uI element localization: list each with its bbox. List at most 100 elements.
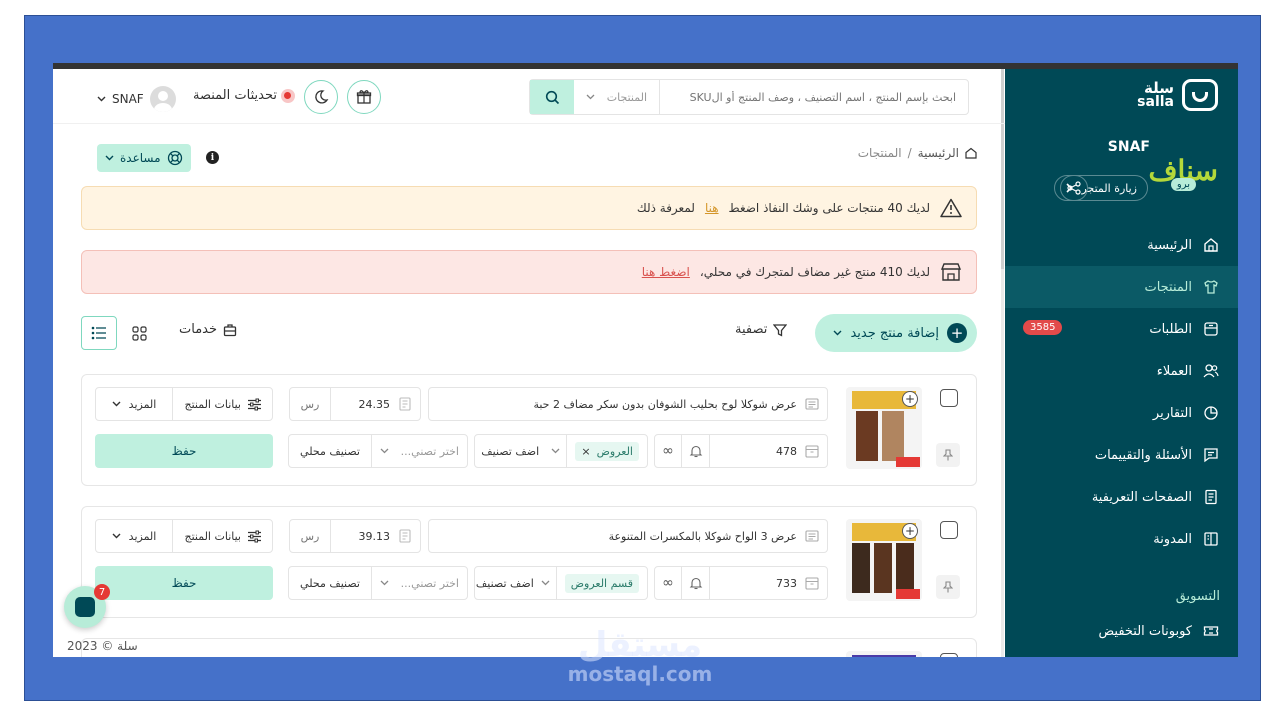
breadcrumb-separator: / (907, 146, 912, 160)
category-chip-label: قسم العروض (570, 576, 633, 590)
more-dropdown[interactable]: المزيد (96, 530, 172, 543)
sidebar-item-customers[interactable]: العملاء (1005, 350, 1238, 392)
help-button[interactable]: مساعدة (97, 144, 191, 172)
product-checkbox[interactable] (940, 389, 958, 407)
brand-en: salla (1137, 94, 1174, 110)
sidebar-section-marketing: التسويق (1175, 589, 1220, 604)
pin-button[interactable] (936, 443, 960, 467)
sidebar-item-reports[interactable]: التقارير (1005, 392, 1238, 434)
more-dropdown[interactable]: المزيد (96, 398, 172, 411)
local-store-link[interactable]: اضغط هنا (642, 265, 690, 279)
stock-alert-button[interactable] (681, 567, 709, 599)
sidebar-item-coupons[interactable]: كوبونات التخفيض (1005, 610, 1238, 652)
ticket-icon (1202, 622, 1220, 640)
save-button[interactable]: حفظ (95, 434, 273, 468)
moon-icon (313, 89, 329, 105)
low-stock-text: لديك 40 منتجات على وشك النفاذ اضغط (728, 201, 930, 215)
price-field[interactable]: 39.13 رس (289, 519, 421, 553)
search-button[interactable] (530, 80, 574, 114)
local-category-placeholder: اختر تصني... (400, 444, 459, 458)
sidebar-item-pages[interactable]: الصفحات التعريفية (1005, 476, 1238, 518)
user-menu[interactable]: SNAF (97, 86, 176, 112)
main-content: الرئيسية / المنتجات i مساعدة لديك 40 منت… (81, 124, 977, 657)
category-chip: العروض × (575, 441, 639, 461)
chat-button[interactable]: 7 (64, 584, 110, 628)
users-icon (1202, 362, 1220, 380)
gift-button[interactable] (347, 80, 381, 114)
shirt-icon (1202, 278, 1220, 296)
product-checkbox[interactable] (940, 521, 958, 539)
info-icon[interactable]: i (206, 151, 219, 164)
services-button[interactable]: خدمات (179, 322, 237, 337)
share-button[interactable] (1060, 175, 1088, 201)
product-data-button[interactable]: بيانات المنتج (172, 388, 272, 420)
infinity-icon[interactable]: ∞ (655, 443, 681, 459)
user-name: SNAF (112, 92, 144, 106)
dark-mode-button[interactable] (304, 80, 338, 114)
sidebar-item-orders[interactable]: الطلبات 3585 (1005, 308, 1238, 350)
home-icon (1202, 236, 1220, 254)
filter-label: تصفية (735, 322, 768, 337)
sliders-icon (247, 398, 262, 411)
grid-view-button[interactable] (121, 316, 157, 350)
search-scope-select[interactable]: المنتجات (574, 80, 660, 114)
sidebar-item-blog[interactable]: المدونة (1005, 518, 1238, 560)
price-value: 24.35 (358, 397, 391, 411)
add-category-label: اضف تصنيف (481, 444, 540, 458)
products-toolbar: + إضافة منتج جديد تصفية خدمات (81, 314, 977, 354)
chevron-down-icon (545, 448, 566, 454)
sidebar-item-label: المدونة (1153, 531, 1192, 547)
local-category-label: تصنيف محلي (300, 576, 360, 590)
gift-icon (356, 89, 372, 105)
sidebar: سلة salla SNAF سناف برو زيارة المتجر الر… (1005, 69, 1238, 657)
infinity-icon[interactable]: ∞ (655, 575, 681, 591)
plan-badge: برو (1170, 178, 1196, 191)
filter-button[interactable]: تصفية (735, 322, 788, 337)
search-input[interactable] (660, 80, 968, 114)
sidebar-item-label: الصفحات التعريفية (1091, 489, 1192, 505)
currency-label: رس (300, 529, 320, 543)
add-image-icon[interactable]: + (902, 523, 918, 539)
bell-icon (689, 444, 703, 458)
add-product-button[interactable]: + إضافة منتج جديد (815, 314, 977, 352)
quantity-field[interactable]: 478 ∞ (654, 434, 828, 468)
product-name-field[interactable]: عرض 3 الواح شوكلا بالمكسرات المتنوعة (428, 519, 828, 553)
local-store-alert: لديك 410 منتج غير مضاف لمتجرك في محلي، ا… (81, 250, 977, 294)
add-image-icon[interactable]: + (902, 391, 918, 407)
quantity-field[interactable]: 733 ∞ (654, 566, 828, 600)
chevron-down-icon (586, 94, 595, 100)
chevron-down-icon (380, 580, 389, 586)
product-checkbox[interactable] (940, 653, 958, 657)
save-button[interactable]: حفظ (95, 566, 273, 600)
main-scrollbar[interactable] (1001, 69, 1004, 657)
product-image[interactable]: + (846, 519, 922, 601)
local-category-field[interactable]: اختر تصني... تصنيف محلي (288, 434, 468, 468)
sidebar-item-home[interactable]: الرئيسية (1005, 224, 1238, 266)
product-row: + عرض شوكلا لوح بحليب الشوفان بدون سكر م… (81, 374, 977, 486)
product-image[interactable] (846, 651, 922, 657)
product-data-button[interactable]: بيانات المنتج (172, 520, 272, 552)
stock-alert-button[interactable] (681, 435, 709, 467)
sidebar-item-products[interactable]: المنتجات (1005, 266, 1238, 308)
breadcrumb-home[interactable]: الرئيسية (918, 146, 959, 160)
chat-icon (75, 597, 95, 617)
category-field[interactable]: العروض × اضف تصنيف (474, 434, 648, 468)
pin-icon (943, 449, 953, 461)
price-field[interactable]: 24.35 رس (289, 387, 421, 421)
product-image[interactable]: + (846, 387, 922, 469)
sidebar-item-label: التقارير (1152, 405, 1192, 421)
store-logo: سناف برو (1149, 149, 1218, 193)
price-value: 39.13 (358, 529, 391, 543)
list-view-button[interactable] (81, 316, 117, 350)
product-name-field[interactable]: عرض شوكلا لوح بحليب الشوفان بدون سكر مضا… (428, 387, 828, 421)
category-field[interactable]: قسم العروض اضف تصنيف (474, 566, 648, 600)
local-category-field[interactable]: اختر تصني... تصنيف محلي (288, 566, 468, 600)
platform-updates[interactable]: تحديثات المنصة (193, 88, 295, 103)
salla-logo[interactable]: سلة salla (1137, 79, 1218, 111)
sidebar-item-reviews[interactable]: الأسئلة والتقييمات (1005, 434, 1238, 476)
help-label: مساعدة (120, 151, 161, 165)
pin-button[interactable] (936, 575, 960, 599)
remove-icon[interactable]: × (581, 445, 590, 458)
low-stock-link[interactable]: هنا (705, 201, 719, 215)
chat-count-badge: 7 (94, 584, 110, 600)
